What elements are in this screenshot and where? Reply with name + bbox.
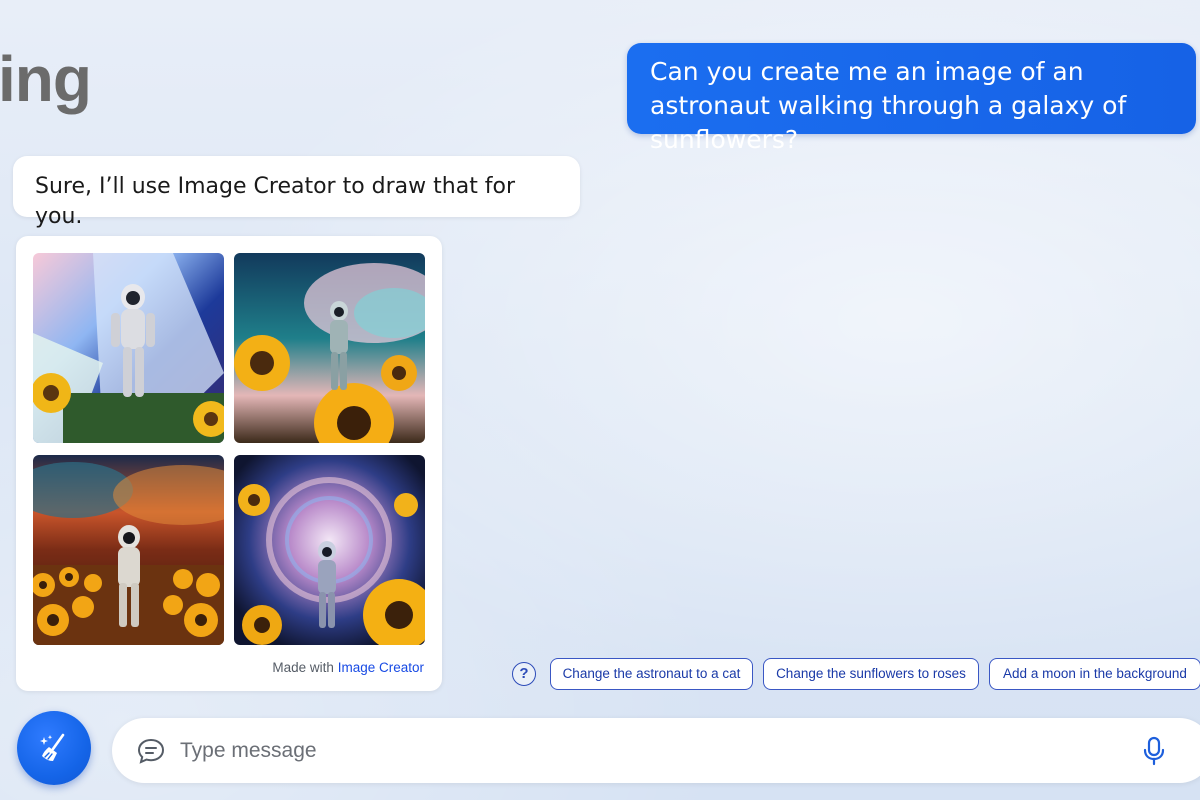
- suggestion-chip-roses[interactable]: Change the sunflowers to roses: [763, 658, 979, 690]
- image-caption: Made with Image Creator: [272, 660, 424, 675]
- generated-image-1[interactable]: [33, 253, 224, 443]
- suggestion-chip-cat[interactable]: Change the astronaut to a cat: [550, 658, 753, 690]
- message-composer: [112, 718, 1200, 783]
- image-creator-card: Made with Image Creator: [16, 236, 442, 691]
- bot-message-bubble: Sure, I’ll use Image Creator to draw tha…: [13, 156, 580, 229]
- chat-bubble-icon: [137, 738, 165, 764]
- brand-title: ing: [0, 43, 92, 115]
- broom-icon: [40, 733, 65, 761]
- microphone-icon[interactable]: [1142, 736, 1166, 766]
- caption-prefix: Made with: [272, 660, 334, 675]
- generated-image-4[interactable]: [234, 455, 425, 645]
- message-input[interactable]: [178, 730, 1122, 772]
- generated-image-3[interactable]: [33, 455, 224, 645]
- generated-image-2[interactable]: [234, 253, 425, 443]
- suggestion-chip-moon[interactable]: Add a moon in the background: [989, 658, 1200, 690]
- help-button[interactable]: ?: [512, 662, 536, 686]
- user-message-bubble: Can you create me an image of an astrona…: [627, 43, 1196, 154]
- new-topic-button[interactable]: [17, 711, 91, 785]
- image-creator-link[interactable]: Image Creator: [338, 660, 424, 675]
